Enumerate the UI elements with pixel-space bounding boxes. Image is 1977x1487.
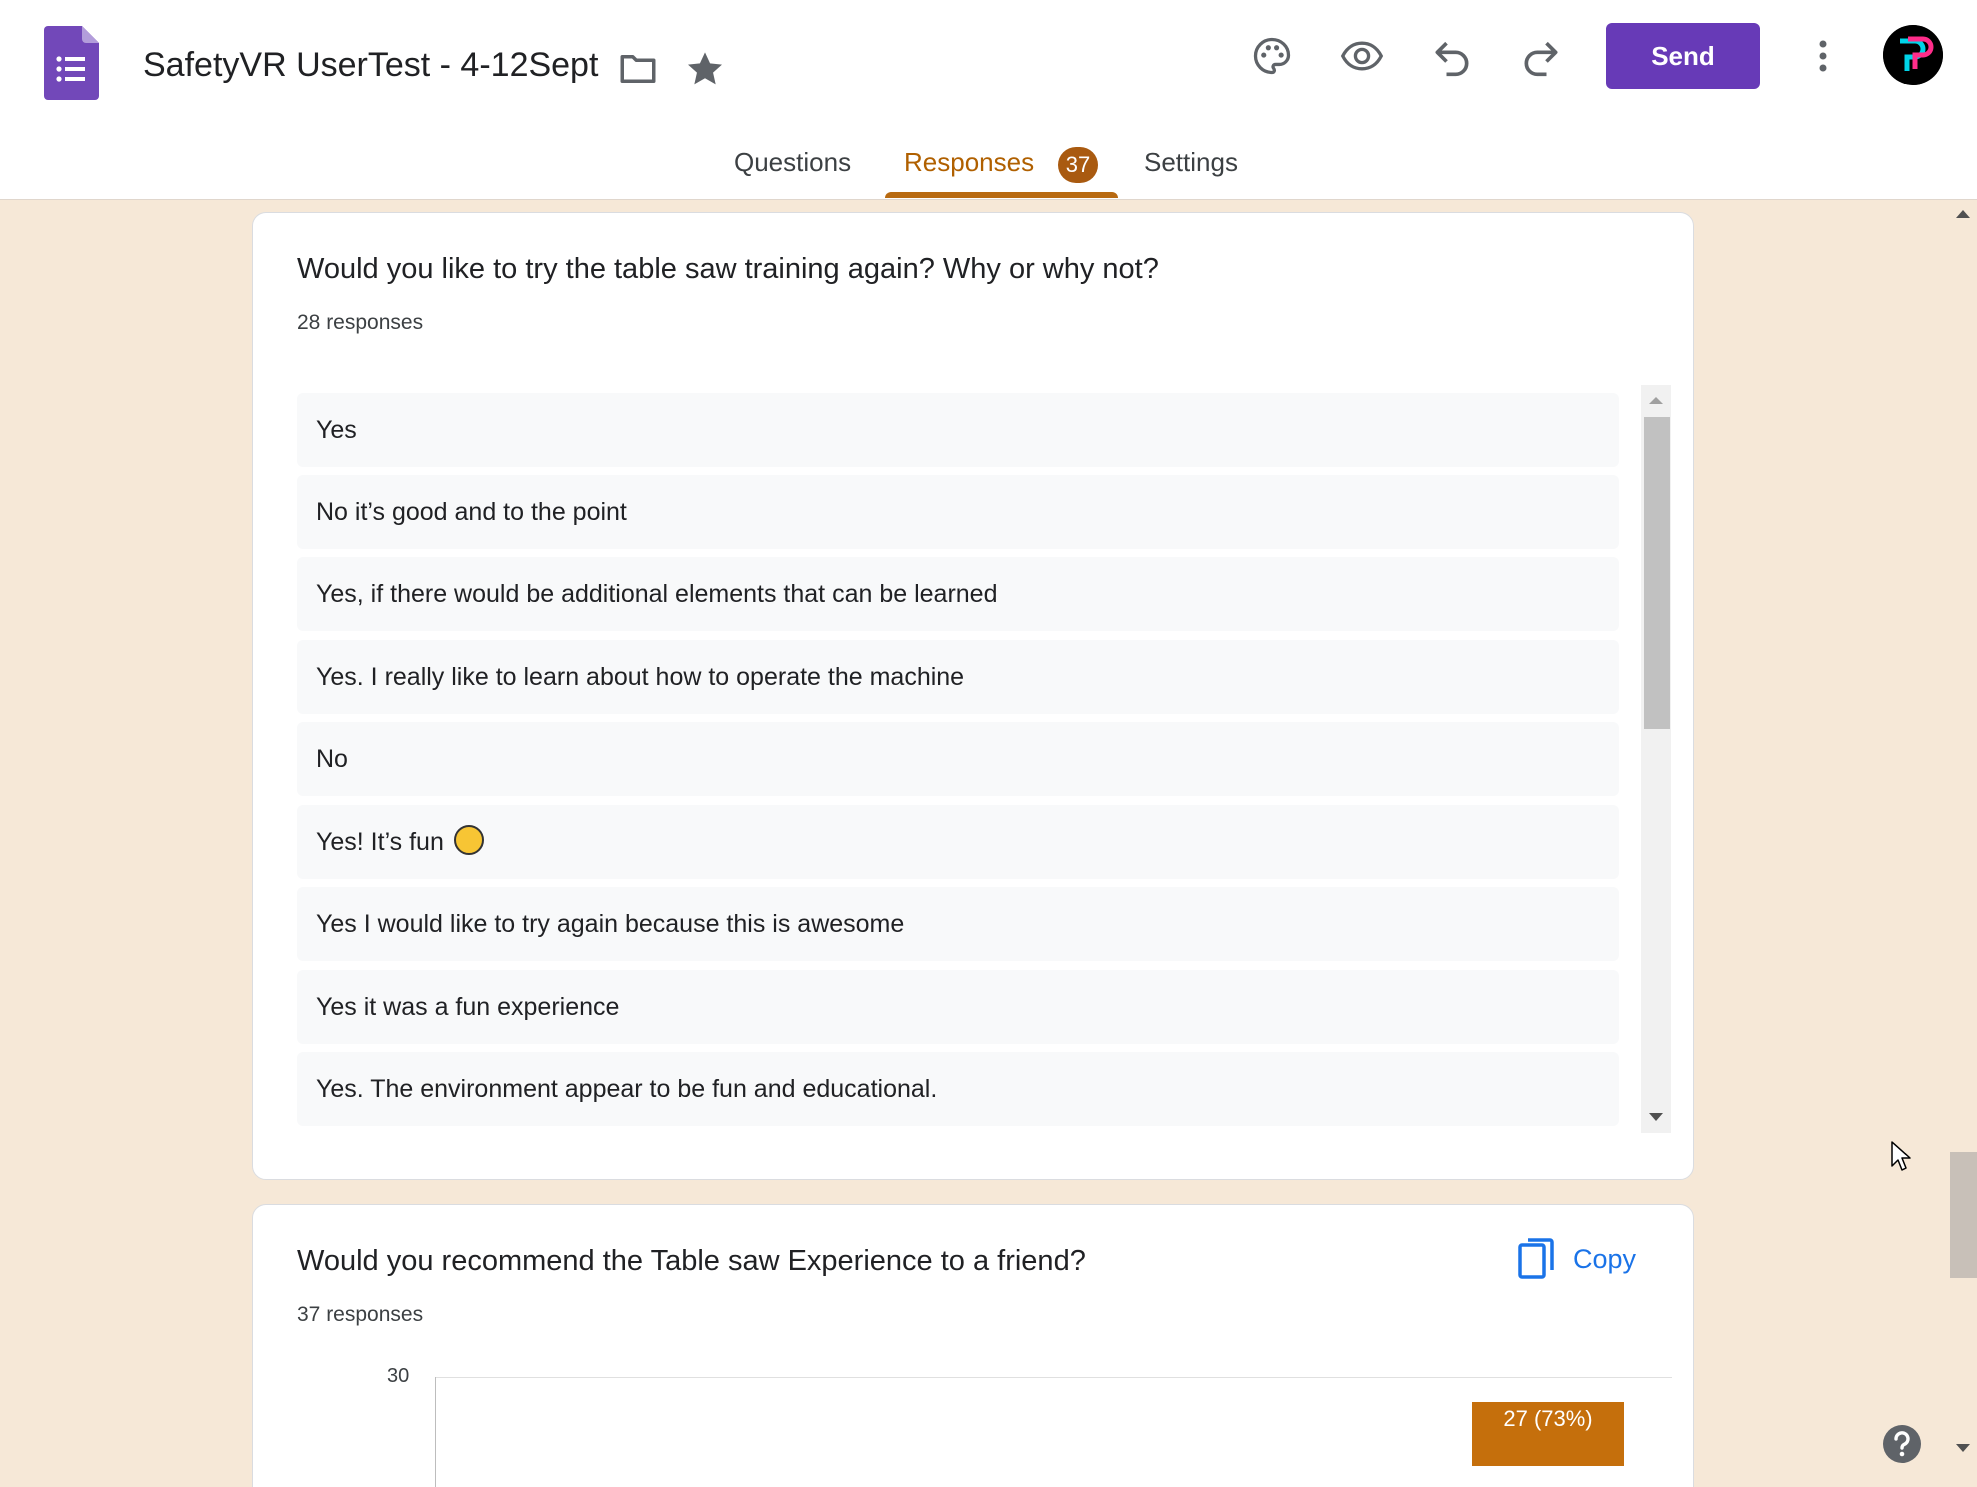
top-app-bar: SafetyVR UserTest - 4-12Sept Send Questi… xyxy=(0,0,1977,200)
active-tab-indicator xyxy=(885,192,1118,198)
response-count: 28 responses xyxy=(297,311,424,334)
list-item: Yes it was a fun experience xyxy=(297,970,1619,1044)
responses-count-badge: 37 xyxy=(1058,147,1098,183)
y-axis xyxy=(435,1377,436,1487)
winking-face-emoji-icon xyxy=(453,825,484,856)
question-title: Would you recommend the Table saw Experi… xyxy=(297,1245,1086,1277)
redo-icon[interactable] xyxy=(1519,34,1563,78)
question-summary-card: Would you like to try the table saw trai… xyxy=(252,212,1694,1180)
list-item: Yes! It’s fun xyxy=(297,805,1619,879)
document-title[interactable]: SafetyVR UserTest - 4-12Sept xyxy=(143,46,598,85)
eye-icon[interactable] xyxy=(1340,34,1384,78)
tab-questions[interactable]: Questions xyxy=(734,147,851,178)
list-item: Yes, if there would be additional elemen… xyxy=(297,557,1619,631)
list-item: Yes. The environment appear to be fun an… xyxy=(297,1052,1619,1126)
star-icon[interactable] xyxy=(684,48,726,90)
tab-responses[interactable]: Responses xyxy=(904,147,1034,178)
mouse-cursor-icon xyxy=(1891,1141,1911,1171)
folder-icon[interactable] xyxy=(617,48,659,90)
copy-label: Copy xyxy=(1573,1244,1637,1274)
list-item: Yes I would like to try again because th… xyxy=(297,887,1619,961)
list-item: No it’s good and to the point xyxy=(297,475,1619,549)
undo-icon[interactable] xyxy=(1430,34,1474,78)
bar-data-label: 27 (73%) xyxy=(1503,1405,1593,1431)
tab-settings[interactable]: Settings xyxy=(1144,147,1238,178)
help-icon[interactable] xyxy=(1883,1425,1921,1463)
google-forms-icon[interactable] xyxy=(44,26,99,100)
question-title: Would you like to try the table saw trai… xyxy=(297,253,1159,285)
list-item: Yes xyxy=(297,393,1619,467)
grid-line xyxy=(435,1377,1672,1378)
page-scrollbar[interactable] xyxy=(1950,200,1977,1487)
list-item: No xyxy=(297,722,1619,796)
page-scroll-up-icon[interactable] xyxy=(1956,210,1970,218)
avatar[interactable] xyxy=(1883,25,1943,85)
page-scrollbar-thumb[interactable] xyxy=(1950,1152,1977,1278)
send-button[interactable]: Send xyxy=(1606,23,1760,89)
more-vert-icon[interactable] xyxy=(1810,34,1836,78)
copy-icon xyxy=(1518,1238,1554,1279)
y-tick-label: 30 xyxy=(387,1365,410,1387)
response-count: 37 responses xyxy=(297,1303,424,1326)
page-scroll-down-icon[interactable] xyxy=(1956,1444,1970,1452)
palette-icon[interactable] xyxy=(1250,34,1294,78)
list-scroll-down-icon[interactable] xyxy=(1649,1113,1663,1121)
response-list-scrollbar-thumb[interactable] xyxy=(1644,417,1670,729)
list-item: Yes. I really like to learn about how to… xyxy=(297,640,1619,714)
tab-bar: Questions Responses Settings xyxy=(0,140,1977,200)
list-item-text: Yes! It’s fun xyxy=(316,828,444,856)
list-scroll-up-icon[interactable] xyxy=(1649,397,1663,404)
